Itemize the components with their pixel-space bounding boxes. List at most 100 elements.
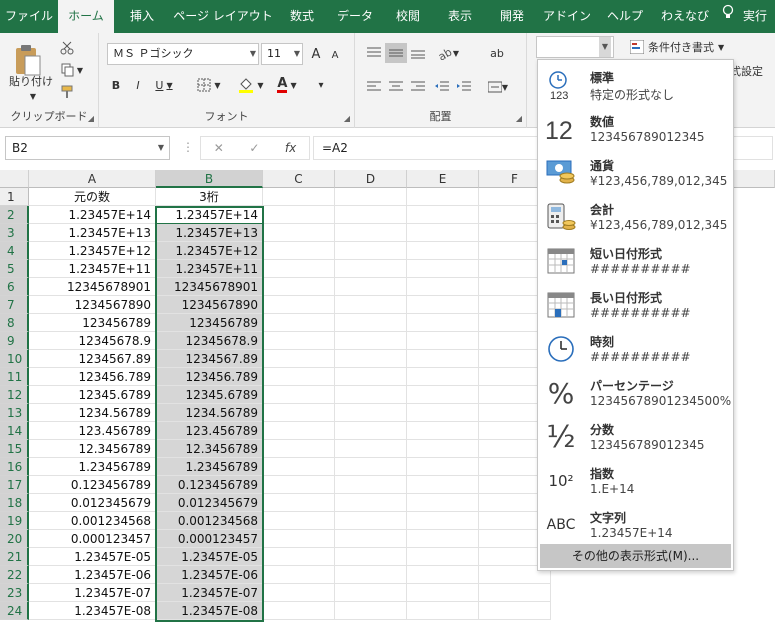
- cell-a[interactable]: 1.23457E+11: [29, 260, 156, 278]
- empty-cell[interactable]: [263, 188, 335, 206]
- empty-cell[interactable]: [335, 278, 407, 296]
- increase-indent-icon[interactable]: [453, 77, 475, 97]
- empty-cell[interactable]: [335, 458, 407, 476]
- row-header[interactable]: 22: [0, 566, 29, 584]
- select-all-corner[interactable]: [0, 170, 29, 188]
- empty-cell[interactable]: [407, 494, 479, 512]
- empty-cell[interactable]: [335, 296, 407, 314]
- cell-b[interactable]: 0.012345679: [156, 494, 263, 512]
- tab-data[interactable]: データ: [328, 0, 382, 33]
- tab-addins[interactable]: アドイン: [538, 0, 596, 33]
- empty-cell[interactable]: [263, 494, 335, 512]
- cell-a[interactable]: 1.23457E+12: [29, 242, 156, 260]
- number-format-combo[interactable]: ▼: [536, 36, 614, 58]
- tab-view[interactable]: 表示: [434, 0, 486, 33]
- cell-b[interactable]: 1.23457E+11: [156, 260, 263, 278]
- cell-a[interactable]: 0.001234568: [29, 512, 156, 530]
- increase-font-icon[interactable]: A: [307, 45, 325, 63]
- insert-function-icon[interactable]: fx: [285, 141, 296, 155]
- cell-a[interactable]: 1.23457E-07: [29, 584, 156, 602]
- empty-cell[interactable]: [479, 584, 551, 602]
- empty-cell[interactable]: [263, 350, 335, 368]
- empty-cell[interactable]: [263, 314, 335, 332]
- bold-button[interactable]: B: [107, 75, 125, 95]
- empty-cell[interactable]: [263, 548, 335, 566]
- format-option[interactable]: 時刻 ##########: [538, 327, 733, 371]
- format-option[interactable]: 10² 指数 1.E+14: [538, 459, 733, 503]
- cut-icon[interactable]: [58, 39, 76, 57]
- row-header[interactable]: 4: [0, 242, 29, 260]
- cell-b[interactable]: 12.3456789: [156, 440, 263, 458]
- empty-cell[interactable]: [335, 422, 407, 440]
- empty-cell[interactable]: [335, 530, 407, 548]
- empty-cell[interactable]: [407, 314, 479, 332]
- empty-cell[interactable]: [263, 584, 335, 602]
- format-option[interactable]: 123 標準 特定の形式なし: [538, 63, 733, 107]
- empty-cell[interactable]: [263, 206, 335, 224]
- empty-cell[interactable]: [407, 242, 479, 260]
- empty-cell[interactable]: [335, 476, 407, 494]
- empty-cell[interactable]: [263, 602, 335, 620]
- format-option[interactable]: ABC 文字列 1.23457E+14: [538, 503, 733, 547]
- empty-cell[interactable]: [407, 206, 479, 224]
- phonetic-icon[interactable]: ▾: [311, 75, 331, 95]
- empty-cell[interactable]: [407, 512, 479, 530]
- cell-a[interactable]: 0.123456789: [29, 476, 156, 494]
- row-header[interactable]: 3: [0, 224, 29, 242]
- format-option[interactable]: 長い日付形式 ##########: [538, 283, 733, 327]
- cell-b[interactable]: 12345678.9: [156, 332, 263, 350]
- tab-help[interactable]: ヘルプ: [596, 0, 654, 33]
- enter-icon[interactable]: ✓: [249, 141, 259, 155]
- empty-cell[interactable]: [335, 332, 407, 350]
- empty-cell[interactable]: [407, 602, 479, 620]
- name-box[interactable]: B2 ▼: [5, 136, 170, 160]
- format-as-table-button[interactable]: 式設定: [730, 61, 775, 81]
- cell-a[interactable]: 123.456789: [29, 422, 156, 440]
- col-header-c[interactable]: C: [263, 170, 335, 188]
- empty-cell[interactable]: [335, 314, 407, 332]
- cell-b[interactable]: 123456.789: [156, 368, 263, 386]
- empty-cell[interactable]: [407, 224, 479, 242]
- conditional-format-button[interactable]: 条件付き書式 ▼: [630, 37, 748, 57]
- align-top-icon[interactable]: [363, 43, 385, 63]
- cell-b[interactable]: 1234567890: [156, 296, 263, 314]
- format-painter-icon[interactable]: [58, 83, 76, 101]
- empty-cell[interactable]: [335, 386, 407, 404]
- empty-cell[interactable]: [407, 386, 479, 404]
- cell-b[interactable]: 1.23457E+13: [156, 224, 263, 242]
- cell-b[interactable]: 1.23457E+14: [156, 206, 263, 224]
- cell-a[interactable]: 0.000123457: [29, 530, 156, 548]
- row-header[interactable]: 21: [0, 548, 29, 566]
- row-header[interactable]: 6: [0, 278, 29, 296]
- empty-cell[interactable]: [335, 602, 407, 620]
- empty-cell[interactable]: [263, 224, 335, 242]
- cell-a[interactable]: 1234.56789: [29, 404, 156, 422]
- row-header[interactable]: 13: [0, 404, 29, 422]
- paste-dropdown-icon[interactable]: ▼: [26, 91, 40, 101]
- empty-cell[interactable]: [263, 530, 335, 548]
- cell-b[interactable]: 0.123456789: [156, 476, 263, 494]
- cell-b[interactable]: 1.23457E+12: [156, 242, 263, 260]
- empty-cell[interactable]: [407, 458, 479, 476]
- row-header[interactable]: 15: [0, 440, 29, 458]
- empty-cell[interactable]: [407, 188, 479, 206]
- empty-cell[interactable]: [263, 440, 335, 458]
- tab-waenavi[interactable]: わえなび: [654, 0, 716, 33]
- empty-cell[interactable]: [263, 404, 335, 422]
- underline-button[interactable]: U ▼: [151, 75, 177, 95]
- more-number-formats-button[interactable]: その他の表示形式(M)...: [540, 544, 731, 568]
- cell-a[interactable]: 1.23457E+14: [29, 206, 156, 224]
- cell-a[interactable]: 12345678901: [29, 278, 156, 296]
- row-header[interactable]: 7: [0, 296, 29, 314]
- align-right-icon[interactable]: [407, 77, 429, 97]
- align-center-icon[interactable]: [385, 77, 407, 97]
- empty-cell[interactable]: [335, 512, 407, 530]
- row-header[interactable]: 18: [0, 494, 29, 512]
- cell-a[interactable]: 12345.6789: [29, 386, 156, 404]
- cell-b[interactable]: 1234567.89: [156, 350, 263, 368]
- tab-insert[interactable]: 挿入: [114, 0, 170, 33]
- empty-cell[interactable]: [407, 566, 479, 584]
- row-header[interactable]: 2: [0, 206, 29, 224]
- format-option[interactable]: 通貨 ¥123,456,789,012,345: [538, 151, 733, 195]
- row-header[interactable]: 10: [0, 350, 29, 368]
